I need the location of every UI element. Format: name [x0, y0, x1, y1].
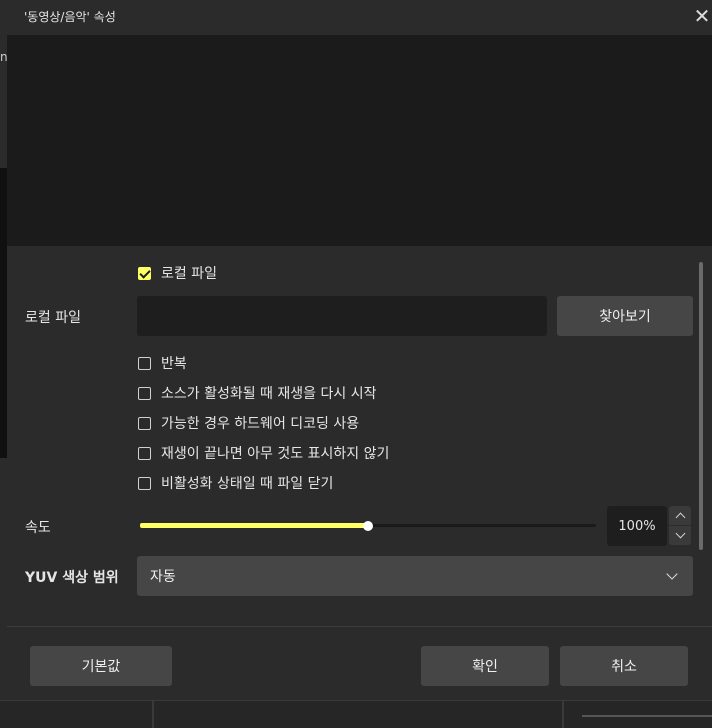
chevron-down-icon [675, 528, 685, 539]
footer-divider [7, 626, 712, 627]
restart-on-activate-checkbox-row[interactable]: 소스가 활성화될 때 재생을 다시 시작 [138, 383, 376, 403]
local-file-checkbox-label: 로컬 파일 [161, 266, 217, 282]
restart-on-activate-checkbox-label: 소스가 활성화될 때 재생을 다시 시작 [161, 386, 377, 402]
close-when-inactive-checkbox[interactable] [138, 476, 151, 490]
loop-checkbox-row[interactable]: 반복 [138, 353, 187, 373]
close-icon[interactable]: ✕ [692, 5, 712, 27]
hide-on-end-checkbox-label: 재생이 끝나면 아무 것도 표시하지 않기 [161, 446, 390, 462]
speed-value: 100% [618, 518, 656, 534]
hardware-decoding-checkbox-label: 가능한 경우 하드웨어 디코딩 사용 [161, 416, 360, 432]
vertical-scrollbar[interactable] [699, 262, 703, 550]
background-divider [562, 701, 564, 728]
dialog-titlebar[interactable]: '동영상/음악' 속성 ✕ [7, 0, 712, 35]
background-app-bottom-bar [0, 700, 712, 728]
speed-slider-fill [140, 523, 368, 528]
local-file-field-label: 로컬 파일 [25, 310, 81, 326]
local-file-input[interactable] [137, 296, 547, 336]
hide-on-end-checkbox[interactable] [138, 446, 151, 460]
local-file-checkbox[interactable] [138, 266, 151, 280]
yuv-range-select[interactable]: 자동 [137, 556, 693, 596]
background-slider [582, 715, 712, 717]
hardware-decoding-checkbox-row[interactable]: 가능한 경우 하드웨어 디코딩 사용 [138, 413, 359, 433]
speed-label: 속도 [25, 520, 51, 536]
chevron-down-icon [666, 568, 678, 580]
hide-on-end-checkbox-row[interactable]: 재생이 끝나면 아무 것도 표시하지 않기 [138, 443, 389, 463]
speed-slider-handle[interactable] [363, 521, 373, 531]
restart-on-activate-checkbox[interactable] [138, 386, 151, 400]
local-file-checkbox-row[interactable]: 로컬 파일 [138, 263, 217, 283]
dialog-title: '동영상/음악' 속성 [24, 10, 116, 24]
speed-decrement-button[interactable] [669, 526, 691, 545]
chevron-up-icon [675, 512, 685, 523]
cancel-button[interactable]: 취소 [560, 646, 688, 686]
yuv-range-label: YUV 색상 범위 [25, 570, 119, 586]
speed-increment-button[interactable] [669, 506, 691, 525]
close-when-inactive-checkbox-row[interactable]: 비활성화 상태일 때 파일 닫기 [138, 473, 333, 493]
speed-value-box[interactable]: 100% [607, 506, 667, 546]
background-app-panel [0, 168, 7, 458]
loop-checkbox[interactable] [138, 356, 151, 370]
close-when-inactive-checkbox-label: 비활성화 상태일 때 파일 닫기 [161, 476, 334, 492]
hardware-decoding-checkbox[interactable] [138, 416, 151, 430]
loop-checkbox-label: 반복 [161, 356, 187, 372]
defaults-button[interactable]: 기본값 [30, 646, 172, 686]
source-preview [7, 35, 712, 246]
yuv-range-selected: 자동 [150, 569, 176, 585]
background-divider [152, 701, 154, 728]
browse-button[interactable]: 찾아보기 [557, 296, 693, 336]
ok-button[interactable]: 확인 [421, 646, 549, 686]
